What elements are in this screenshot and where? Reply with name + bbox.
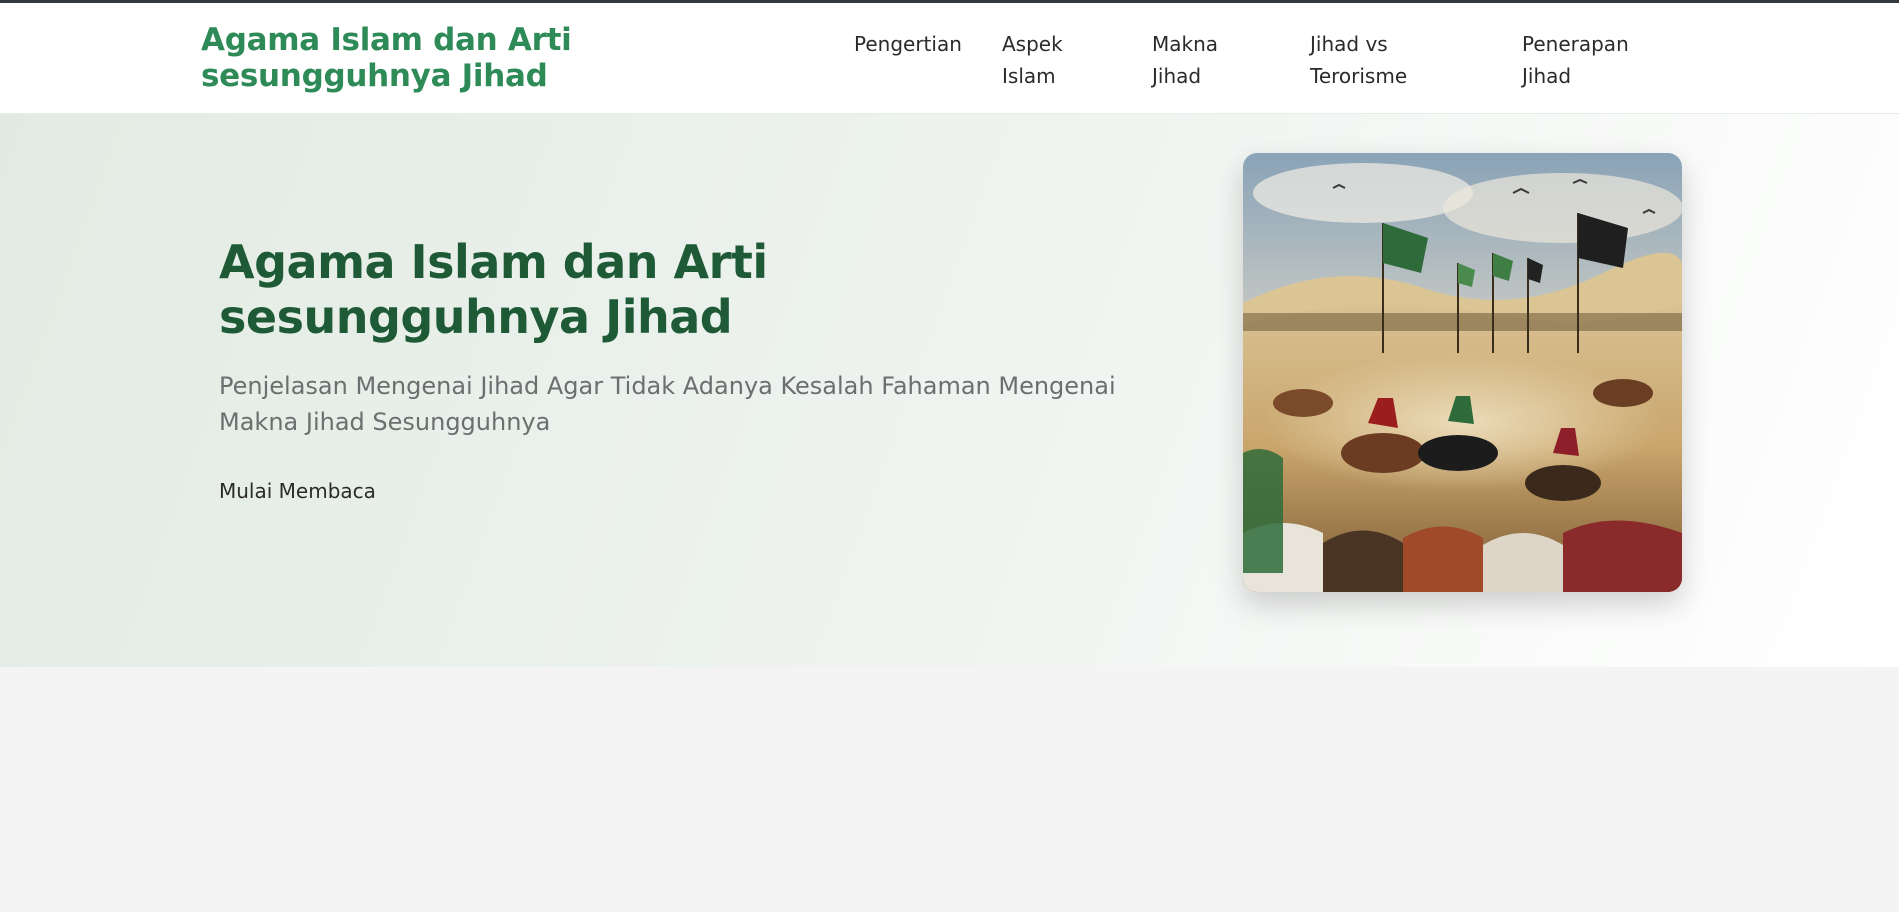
nav-link-label: Islam <box>1002 64 1056 88</box>
hero-image <box>1243 153 1682 592</box>
nav-link-label: Penerapan <box>1522 32 1629 56</box>
start-reading-link[interactable]: Mulai Membaca <box>219 478 376 504</box>
nav-link-penerapan-jihad[interactable]: Penerapan Jihad <box>1522 28 1629 92</box>
nav-link-label: Jihad vs <box>1310 32 1388 56</box>
nav-link-label: Pengertian <box>854 32 962 56</box>
nav-link-label: Jihad <box>1152 64 1202 88</box>
nav-link-label: Makna <box>1152 32 1219 56</box>
hero-section: Agama Islam dan Arti sesungguhnya Jihad … <box>0 114 1899 667</box>
nav-link-pengertian[interactable]: Pengertian <box>854 28 962 60</box>
nav-link-makna-jihad[interactable]: Makna Jihad <box>1152 28 1218 92</box>
battle-illustration <box>1243 153 1682 592</box>
navbar: Agama Islam dan Arti sesungguhnya Jihad … <box>0 3 1899 114</box>
nav-link-label: Jihad <box>1522 64 1572 88</box>
nav-link-jihad-vs-terorisme[interactable]: Jihad vs Terorisme <box>1310 28 1407 92</box>
nav-link-label: Aspek <box>1002 32 1063 56</box>
nav-link-label: Terorisme <box>1310 64 1408 88</box>
hero-subtitle: Penjelasan Mengenai Jihad Agar Tidak Ada… <box>219 372 1116 436</box>
nav-link-aspek-islam[interactable]: Aspek Islam <box>1002 28 1063 92</box>
brand-logo-text[interactable]: Agama Islam dan Arti sesungguhnya Jihad <box>201 22 801 94</box>
hero-title: Agama Islam dan Arti sesungguhnya Jihad <box>219 235 768 344</box>
